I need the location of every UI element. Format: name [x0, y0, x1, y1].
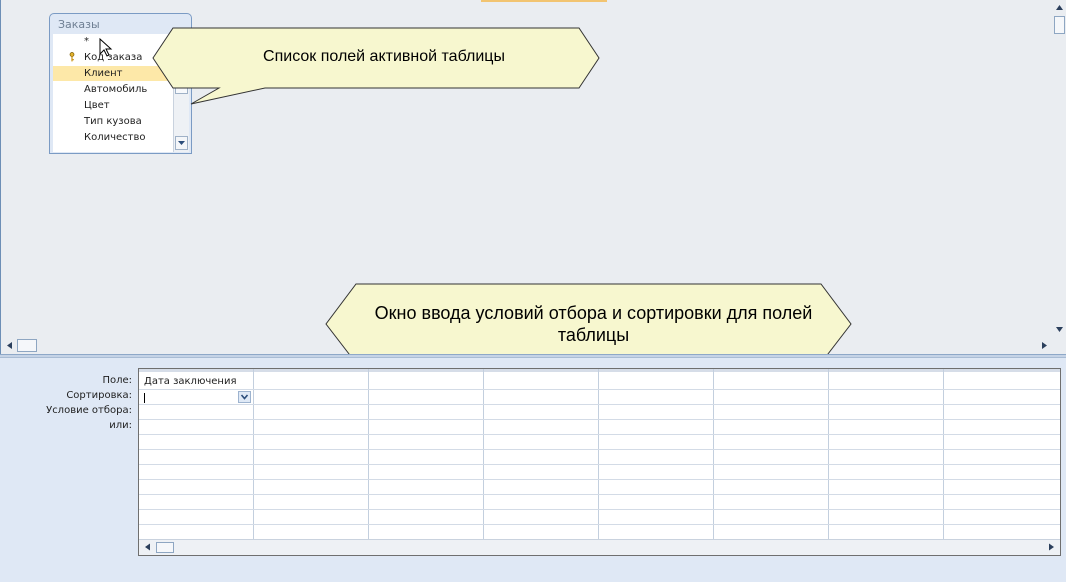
grid-row-divider [139, 419, 1060, 420]
field-item-label: * [84, 36, 89, 47]
field-item-label: Код заказа [84, 52, 143, 63]
callout-criteria-line1: Окно ввода условий отбора и сортировки д… [374, 303, 813, 323]
top-accent-strip [481, 0, 607, 2]
chevron-right-icon [1049, 543, 1054, 551]
query-design-upper-pane: Заказы * Код заказа Клиент Автомобиль Цв… [0, 0, 1066, 387]
field-item-body-type[interactable]: Тип кузова [53, 114, 173, 129]
chevron-right-icon [1042, 342, 1047, 349]
vertical-scroll-thumb[interactable] [1054, 16, 1065, 34]
grid-row-divider [139, 479, 1060, 480]
field-item-label: Тип кузова [84, 116, 142, 127]
upper-horizontal-scrollbar[interactable] [1, 338, 1052, 353]
grid-column-divider [483, 369, 484, 539]
upper-vertical-scrollbar[interactable] [1052, 0, 1066, 340]
table-title: Заказы [58, 18, 100, 31]
key-icon [69, 52, 75, 62]
scroll-down-button[interactable] [175, 136, 188, 150]
field-item-label: Автомобиль [84, 84, 148, 95]
grid-column-divider [713, 369, 714, 539]
row-label-sort: Сортировка: [66, 390, 132, 401]
row-label-criteria: Условие отбора: [46, 405, 132, 416]
sort-combo-box[interactable] [141, 391, 253, 404]
callout-bubble-shape [152, 27, 600, 105]
row-label-field: Поле: [102, 375, 132, 386]
row-label-or: или: [109, 420, 132, 431]
field-item-label: Цвет [84, 100, 110, 111]
grid-row-divider [139, 404, 1060, 405]
sort-dropdown-button[interactable] [238, 391, 251, 403]
grid-row-divider [139, 524, 1060, 525]
chevron-left-icon [145, 543, 150, 551]
grid-row-divider [139, 434, 1060, 435]
horizontal-scroll-thumb[interactable] [17, 339, 37, 352]
query-design-grid[interactable]: Дата заключения [138, 368, 1061, 556]
chevron-down-icon [1056, 327, 1063, 332]
grid-column-divider [943, 369, 944, 539]
chevron-left-icon [7, 342, 12, 349]
mouse-pointer-icon [99, 38, 113, 57]
grid-horizontal-scrollbar[interactable] [139, 539, 1060, 555]
chevron-down-icon [178, 141, 185, 145]
grid-scroll-thumb[interactable] [156, 542, 174, 553]
grid-row-divider [139, 509, 1060, 510]
grid-row-divider [139, 389, 1060, 390]
field-item-quantity[interactable]: Количество [53, 130, 173, 145]
text-caret [144, 393, 145, 403]
grid-row-divider [139, 449, 1060, 450]
grid-column-selector-bar[interactable] [139, 369, 1060, 372]
grid-column-divider [368, 369, 369, 539]
field-item-label: Клиент [84, 68, 123, 79]
grid-column-divider [828, 369, 829, 539]
chevron-up-icon [1056, 5, 1063, 10]
grid-column-divider [598, 369, 599, 539]
chevron-down-icon [240, 394, 249, 400]
grid-row-divider [139, 494, 1060, 495]
callout-field-list-text: Список полей активной таблицы [263, 48, 505, 65]
grid-row-divider [139, 464, 1060, 465]
callout-field-list: Список полей активной таблицы [152, 27, 600, 106]
grid-cell-field-1[interactable]: Дата заключения [144, 376, 236, 387]
grid-column-divider [253, 369, 254, 539]
field-item-label: Количество [84, 132, 146, 143]
